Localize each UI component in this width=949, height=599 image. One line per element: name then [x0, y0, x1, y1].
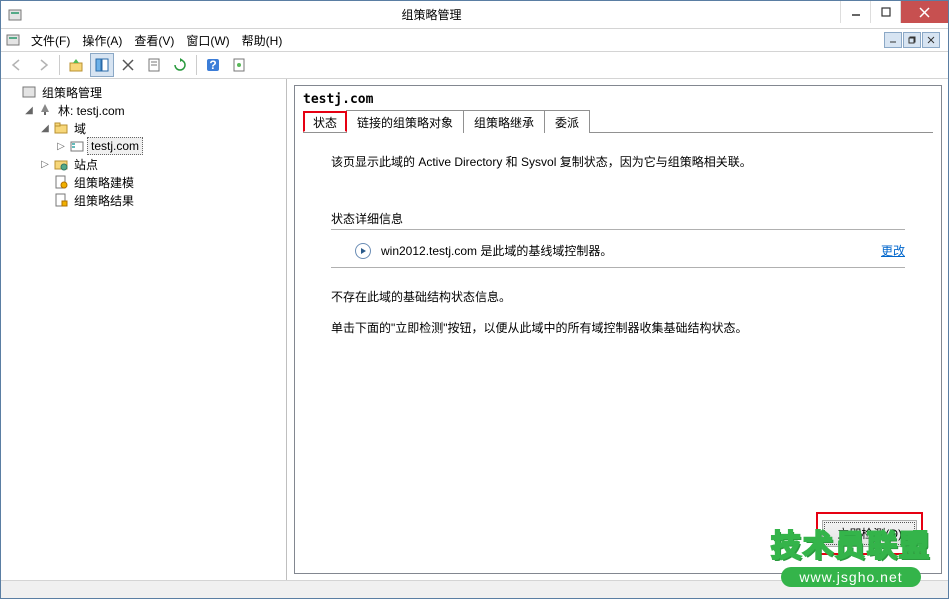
forest-icon: [37, 102, 53, 118]
detail-panel: testj.com 状态 链接的组策略对象 组策略继承 委派 该页显示此域的 A…: [287, 79, 948, 580]
tree-domains[interactable]: ◢ 域: [5, 119, 286, 137]
modeling-icon: [53, 174, 69, 190]
tree-label: 林: testj.com: [55, 101, 128, 120]
app-small-icon: [5, 32, 21, 48]
divider: [331, 267, 905, 268]
gpmc-icon: [21, 84, 37, 100]
tab-strip: 状态 链接的组策略对象 组策略继承 委派: [303, 111, 933, 133]
play-icon[interactable]: [355, 243, 371, 259]
tab-inheritance[interactable]: 组策略继承: [463, 110, 545, 133]
menu-window[interactable]: 窗口(W): [180, 30, 235, 51]
tree-label: testj.com: [87, 137, 143, 155]
tree-modeling[interactable]: 组策略建模: [5, 173, 286, 191]
mdi-restore-button[interactable]: [903, 32, 921, 48]
toolbar-separator: [59, 55, 60, 75]
statusbar: [1, 580, 948, 598]
tree-label: 组策略建模: [71, 173, 137, 192]
titlebar: 组策略管理: [1, 1, 948, 29]
nav-forward-button[interactable]: [31, 53, 55, 77]
tree-forest[interactable]: ◢ 林: testj.com: [5, 101, 286, 119]
menu-file[interactable]: 文件(F): [25, 30, 76, 51]
status-details-label: 状态详细信息: [331, 210, 905, 227]
menu-action[interactable]: 操作(A): [76, 30, 128, 51]
tree-label: 站点: [71, 155, 101, 174]
detail-title: testj.com: [303, 90, 933, 111]
export-button[interactable]: [227, 53, 251, 77]
intro-text: 该页显示此域的 Active Directory 和 Sysvol 复制状态，因…: [331, 153, 905, 170]
up-button[interactable]: [64, 53, 88, 77]
domain-icon: [69, 138, 85, 154]
toolbar-separator: [196, 55, 197, 75]
tree-panel: 组策略管理 ◢ 林: testj.com ◢ 域 ▷ testj.com ▷ 站…: [1, 79, 287, 580]
results-icon: [53, 192, 69, 208]
baseline-text: win2012.testj.com 是此域的基线域控制器。: [381, 242, 612, 259]
collapse-icon[interactable]: ◢: [23, 105, 35, 116]
refresh-button[interactable]: [168, 53, 192, 77]
tree-domain-selected[interactable]: ▷ testj.com: [5, 137, 286, 155]
maximize-button[interactable]: [870, 1, 900, 23]
properties-button[interactable]: [142, 53, 166, 77]
menu-view[interactable]: 查看(V): [128, 30, 180, 51]
change-link[interactable]: 更改: [881, 242, 905, 259]
tab-content: 该页显示此域的 Active Directory 和 Sysvol 复制状态，因…: [303, 133, 933, 565]
menubar: 文件(F) 操作(A) 查看(V) 窗口(W) 帮助(H): [1, 29, 948, 51]
instruction-text: 单击下面的"立即检测"按钮，以便从此域中的所有域控制器收集基础结构状态。: [331, 319, 905, 336]
sites-icon: [53, 156, 69, 172]
show-tree-button[interactable]: [90, 53, 114, 77]
expand-icon[interactable]: ▷: [55, 141, 67, 152]
collapse-icon[interactable]: ◢: [39, 123, 51, 134]
tree-root[interactable]: 组策略管理: [5, 83, 286, 101]
tab-delegation[interactable]: 委派: [544, 110, 590, 133]
no-info-text: 不存在此域的基础结构状态信息。: [331, 288, 905, 305]
app-icon: [7, 7, 23, 23]
minimize-button[interactable]: [840, 1, 870, 23]
tab-linked-gpo[interactable]: 链接的组策略对象: [346, 110, 464, 133]
tab-status[interactable]: 状态: [303, 111, 347, 132]
mdi-minimize-button[interactable]: [884, 32, 902, 48]
tree-label: 组策略结果: [71, 191, 137, 210]
toolbar: ?: [1, 51, 948, 79]
window-title: 组策略管理: [23, 6, 840, 23]
nav-back-button[interactable]: [5, 53, 29, 77]
svg-text:?: ?: [209, 58, 216, 72]
tree-label: 组策略管理: [39, 83, 105, 102]
mdi-close-button[interactable]: [922, 32, 940, 48]
menu-help[interactable]: 帮助(H): [236, 30, 289, 51]
help-button[interactable]: ?: [201, 53, 225, 77]
domains-folder-icon: [53, 120, 69, 136]
baseline-row: win2012.testj.com 是此域的基线域控制器。 更改: [331, 242, 905, 259]
close-button[interactable]: [900, 1, 948, 23]
tree-label: 域: [71, 119, 89, 138]
detect-highlight: 立即检测(D): [816, 512, 923, 555]
delete-button[interactable]: [116, 53, 140, 77]
tree-results[interactable]: 组策略结果: [5, 191, 286, 209]
detect-now-button[interactable]: 立即检测(D): [822, 520, 917, 547]
tree-sites[interactable]: ▷ 站点: [5, 155, 286, 173]
divider: [331, 229, 905, 230]
expand-icon[interactable]: ▷: [39, 159, 51, 170]
